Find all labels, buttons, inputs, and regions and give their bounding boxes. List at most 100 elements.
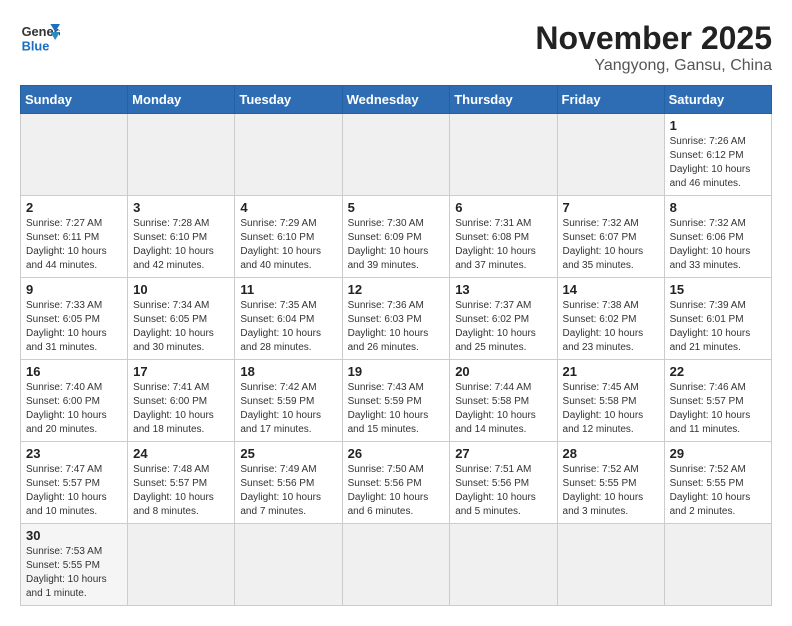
- calendar-cell: 14 Sunrise: 7:38 AMSunset: 6:02 PMDayligh…: [557, 278, 664, 360]
- calendar-row: 9 Sunrise: 7:33 AMSunset: 6:05 PMDaylight…: [21, 278, 772, 360]
- day-info: Sunrise: 7:36 AMSunset: 6:03 PMDaylight:…: [348, 299, 445, 355]
- calendar-cell: 23Sunrise: 7:47 AMSunset: 5:57 PMDayligh…: [21, 442, 128, 524]
- calendar-cell: 19 Sunrise: 7:43 AMSunset: 5:59 PMDayligh…: [342, 360, 450, 442]
- calendar-cell: 30 Sunrise: 7:53 AMSunset: 5:55 PMDayligh…: [21, 524, 128, 606]
- day-info: Sunrise: 7:33 AMSunset: 6:05 PMDaylight:…: [26, 299, 122, 355]
- calendar-cell: 28 Sunrise: 7:52 AMSunset: 5:55 PMDayligh…: [557, 442, 664, 524]
- calendar-cell: [128, 524, 235, 606]
- calendar-cell: 22 Sunrise: 7:46 AMSunset: 5:57 PMDayligh…: [664, 360, 771, 442]
- calendar-cell: 1 Sunrise: 7:26 AMSunset: 6:12 PMDaylight…: [664, 114, 771, 196]
- calendar-cell: 2Sunrise: 7:27 AMSunset: 6:11 PMDaylight…: [21, 196, 128, 278]
- calendar-cell: [557, 114, 664, 196]
- day-number: 11: [240, 282, 336, 297]
- calendar-cell: 4 Sunrise: 7:29 AMSunset: 6:10 PMDaylight…: [235, 196, 342, 278]
- page-header: General Blue November 2025 Yangyong, Gan…: [20, 20, 772, 75]
- month-title: November 2025: [535, 20, 772, 57]
- day-number: 22: [670, 364, 766, 379]
- calendar-cell: 3 Sunrise: 7:28 AMSunset: 6:10 PMDaylight…: [128, 196, 235, 278]
- day-info: Sunrise: 7:31 AMSunset: 6:08 PMDaylight:…: [455, 217, 551, 273]
- svg-text:Blue: Blue: [22, 38, 50, 53]
- day-info: Sunrise: 7:28 AMSunset: 6:10 PMDaylight:…: [133, 217, 229, 273]
- day-number: 29: [670, 446, 766, 461]
- weekday-header-wednesday: Wednesday: [342, 86, 450, 114]
- day-info: Sunrise: 7:50 AMSunset: 5:56 PMDaylight:…: [348, 463, 445, 519]
- day-info: Sunrise: 7:52 AMSunset: 5:55 PMDaylight:…: [563, 463, 659, 519]
- day-info: Sunrise: 7:34 AMSunset: 6:05 PMDaylight:…: [133, 299, 229, 355]
- day-number: 15: [670, 282, 766, 297]
- calendar-cell: 15Sunrise: 7:39 AMSunset: 6:01 PMDayligh…: [664, 278, 771, 360]
- calendar-cell: 5Sunrise: 7:30 AMSunset: 6:09 PMDaylight…: [342, 196, 450, 278]
- calendar-cell: [21, 114, 128, 196]
- calendar-cell: 27 Sunrise: 7:51 AMSunset: 5:56 PMDayligh…: [450, 442, 557, 524]
- weekday-header-saturday: Saturday: [664, 86, 771, 114]
- calendar-row: 2Sunrise: 7:27 AMSunset: 6:11 PMDaylight…: [21, 196, 772, 278]
- calendar-cell: 25 Sunrise: 7:49 AMSunset: 5:56 PMDayligh…: [235, 442, 342, 524]
- day-info: Sunrise: 7:29 AMSunset: 6:10 PMDaylight:…: [240, 217, 336, 273]
- calendar-cell: 10Sunrise: 7:34 AMSunset: 6:05 PMDayligh…: [128, 278, 235, 360]
- day-number: 30: [26, 528, 122, 543]
- day-info: Sunrise: 7:47 AMSunset: 5:57 PMDaylight:…: [26, 463, 122, 519]
- day-info: Sunrise: 7:52 AMSunset: 5:55 PMDaylight:…: [670, 463, 766, 519]
- day-info: Sunrise: 7:53 AMSunset: 5:55 PMDaylight:…: [26, 545, 122, 601]
- calendar-row: 23Sunrise: 7:47 AMSunset: 5:57 PMDayligh…: [21, 442, 772, 524]
- day-number: 12: [348, 282, 445, 297]
- calendar-cell: 21Sunrise: 7:45 AMSunset: 5:58 PMDayligh…: [557, 360, 664, 442]
- calendar-cell: 8Sunrise: 7:32 AMSunset: 6:06 PMDaylight…: [664, 196, 771, 278]
- day-number: 3: [133, 200, 229, 215]
- day-info: Sunrise: 7:41 AMSunset: 6:00 PMDaylight:…: [133, 381, 229, 437]
- title-area: November 2025 Yangyong, Gansu, China: [535, 20, 772, 75]
- calendar-table: SundayMondayTuesdayWednesdayThursdayFrid…: [20, 85, 772, 606]
- weekday-header-row: SundayMondayTuesdayWednesdayThursdayFrid…: [21, 86, 772, 114]
- day-number: 24: [133, 446, 229, 461]
- day-number: 28: [563, 446, 659, 461]
- day-number: 14: [563, 282, 659, 297]
- day-number: 6: [455, 200, 551, 215]
- day-info: Sunrise: 7:51 AMSunset: 5:56 PMDaylight:…: [455, 463, 551, 519]
- day-number: 9: [26, 282, 122, 297]
- day-number: 27: [455, 446, 551, 461]
- weekday-header-friday: Friday: [557, 86, 664, 114]
- logo-icon: General Blue: [20, 20, 60, 56]
- weekday-header-tuesday: Tuesday: [235, 86, 342, 114]
- calendar-cell: [128, 114, 235, 196]
- day-info: Sunrise: 7:43 AMSunset: 5:59 PMDaylight:…: [348, 381, 445, 437]
- day-info: Sunrise: 7:49 AMSunset: 5:56 PMDaylight:…: [240, 463, 336, 519]
- calendar-cell: 11 Sunrise: 7:35 AMSunset: 6:04 PMDayligh…: [235, 278, 342, 360]
- day-info: Sunrise: 7:48 AMSunset: 5:57 PMDaylight:…: [133, 463, 229, 519]
- day-info: Sunrise: 7:30 AMSunset: 6:09 PMDaylight:…: [348, 217, 445, 273]
- calendar-cell: 29 Sunrise: 7:52 AMSunset: 5:55 PMDayligh…: [664, 442, 771, 524]
- calendar-cell: 18Sunrise: 7:42 AMSunset: 5:59 PMDayligh…: [235, 360, 342, 442]
- day-number: 19: [348, 364, 445, 379]
- day-number: 8: [670, 200, 766, 215]
- day-number: 4: [240, 200, 336, 215]
- calendar-cell: 12 Sunrise: 7:36 AMSunset: 6:03 PMDayligh…: [342, 278, 450, 360]
- day-info: Sunrise: 7:44 AMSunset: 5:58 PMDaylight:…: [455, 381, 551, 437]
- day-number: 17: [133, 364, 229, 379]
- calendar-cell: [664, 524, 771, 606]
- day-number: 26: [348, 446, 445, 461]
- day-number: 1: [670, 118, 766, 133]
- calendar-cell: 26 Sunrise: 7:50 AMSunset: 5:56 PMDayligh…: [342, 442, 450, 524]
- calendar-row: 30 Sunrise: 7:53 AMSunset: 5:55 PMDayligh…: [21, 524, 772, 606]
- day-info: Sunrise: 7:38 AMSunset: 6:02 PMDaylight:…: [563, 299, 659, 355]
- day-info: Sunrise: 7:40 AMSunset: 6:00 PMDaylight:…: [26, 381, 122, 437]
- day-info: Sunrise: 7:45 AMSunset: 5:58 PMDaylight:…: [563, 381, 659, 437]
- weekday-header-thursday: Thursday: [450, 86, 557, 114]
- calendar-cell: 24 Sunrise: 7:48 AMSunset: 5:57 PMDayligh…: [128, 442, 235, 524]
- calendar-cell: 20 Sunrise: 7:44 AMSunset: 5:58 PMDayligh…: [450, 360, 557, 442]
- day-number: 20: [455, 364, 551, 379]
- location: Yangyong, Gansu, China: [535, 57, 772, 75]
- day-info: Sunrise: 7:46 AMSunset: 5:57 PMDaylight:…: [670, 381, 766, 437]
- calendar-cell: [450, 114, 557, 196]
- calendar-row: 16Sunrise: 7:40 AMSunset: 6:00 PMDayligh…: [21, 360, 772, 442]
- day-number: 2: [26, 200, 122, 215]
- calendar-cell: 7Sunrise: 7:32 AMSunset: 6:07 PMDaylight…: [557, 196, 664, 278]
- day-info: Sunrise: 7:26 AMSunset: 6:12 PMDaylight:…: [670, 135, 766, 191]
- calendar-cell: [450, 524, 557, 606]
- calendar-cell: [342, 524, 450, 606]
- day-number: 25: [240, 446, 336, 461]
- day-info: Sunrise: 7:35 AMSunset: 6:04 PMDaylight:…: [240, 299, 336, 355]
- calendar-cell: 16Sunrise: 7:40 AMSunset: 6:00 PMDayligh…: [21, 360, 128, 442]
- calendar-cell: [342, 114, 450, 196]
- calendar-row: 1 Sunrise: 7:26 AMSunset: 6:12 PMDaylight…: [21, 114, 772, 196]
